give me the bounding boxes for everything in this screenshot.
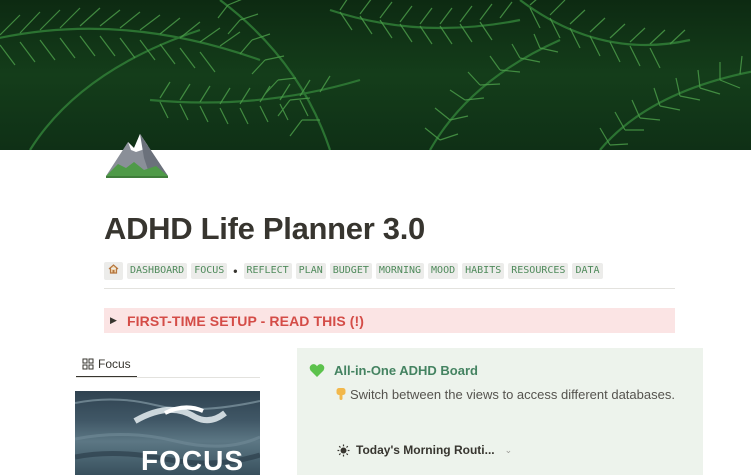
tab-focus[interactable]: Focus bbox=[76, 352, 137, 378]
nav-separator: • bbox=[233, 264, 238, 278]
callout-title: All-in-One ADHD Board bbox=[334, 363, 478, 378]
nav-link-reflect[interactable]: REFLECT bbox=[243, 263, 292, 279]
setup-toggle-label: FIRST-TIME SETUP - READ THIS (!) bbox=[127, 312, 365, 329]
nav-link-habits[interactable]: HABITS bbox=[462, 263, 505, 279]
nav-link-dashboard[interactable]: DASHBOARD bbox=[127, 263, 188, 279]
green-heart-icon bbox=[309, 364, 325, 377]
mountain-icon[interactable] bbox=[104, 128, 170, 182]
nav-link-budget[interactable]: BUDGET bbox=[329, 263, 372, 279]
nav-link-plan[interactable]: PLAN bbox=[295, 263, 326, 279]
toggle-triangle-icon[interactable]: ▶ bbox=[110, 315, 124, 326]
pointing-down-hand-icon bbox=[336, 388, 346, 400]
nav-link-morning[interactable]: MORNING bbox=[375, 263, 425, 279]
view-switcher-label: Today's Morning Routi... bbox=[356, 443, 495, 457]
nav-link-focus[interactable]: FOCUS bbox=[191, 263, 228, 279]
gallery-grid-icon bbox=[82, 358, 94, 370]
callout-description: Switch between the views to access diffe… bbox=[350, 387, 675, 402]
nav-links: DASHBOARD FOCUS • REFLECT PLAN BUDGET MO… bbox=[104, 262, 603, 280]
house-icon[interactable] bbox=[104, 262, 123, 280]
focus-gallery-card[interactable]: FOCUS bbox=[75, 391, 260, 475]
nav-link-mood[interactable]: MOOD bbox=[428, 263, 459, 279]
chevron-down-icon[interactable]: ⌄ bbox=[505, 445, 513, 456]
setup-toggle[interactable]: ▶ FIRST-TIME SETUP - READ THIS (!) bbox=[104, 308, 675, 333]
sun-icon bbox=[337, 444, 350, 456]
nav-link-data[interactable]: DATA bbox=[572, 263, 603, 279]
view-switcher[interactable]: Today's Morning Routi... ⌄ bbox=[337, 443, 512, 457]
callout-board: All-in-One ADHD Board Switch between the… bbox=[297, 348, 703, 475]
tab-label: Focus bbox=[98, 357, 131, 371]
page-title[interactable]: ADHD Life Planner 3.0 bbox=[104, 211, 425, 247]
nav-link-resources[interactable]: RESOURCES bbox=[508, 263, 569, 279]
divider bbox=[104, 288, 675, 289]
tab-underline bbox=[76, 377, 260, 378]
focus-card-text: FOCUS bbox=[141, 445, 244, 475]
